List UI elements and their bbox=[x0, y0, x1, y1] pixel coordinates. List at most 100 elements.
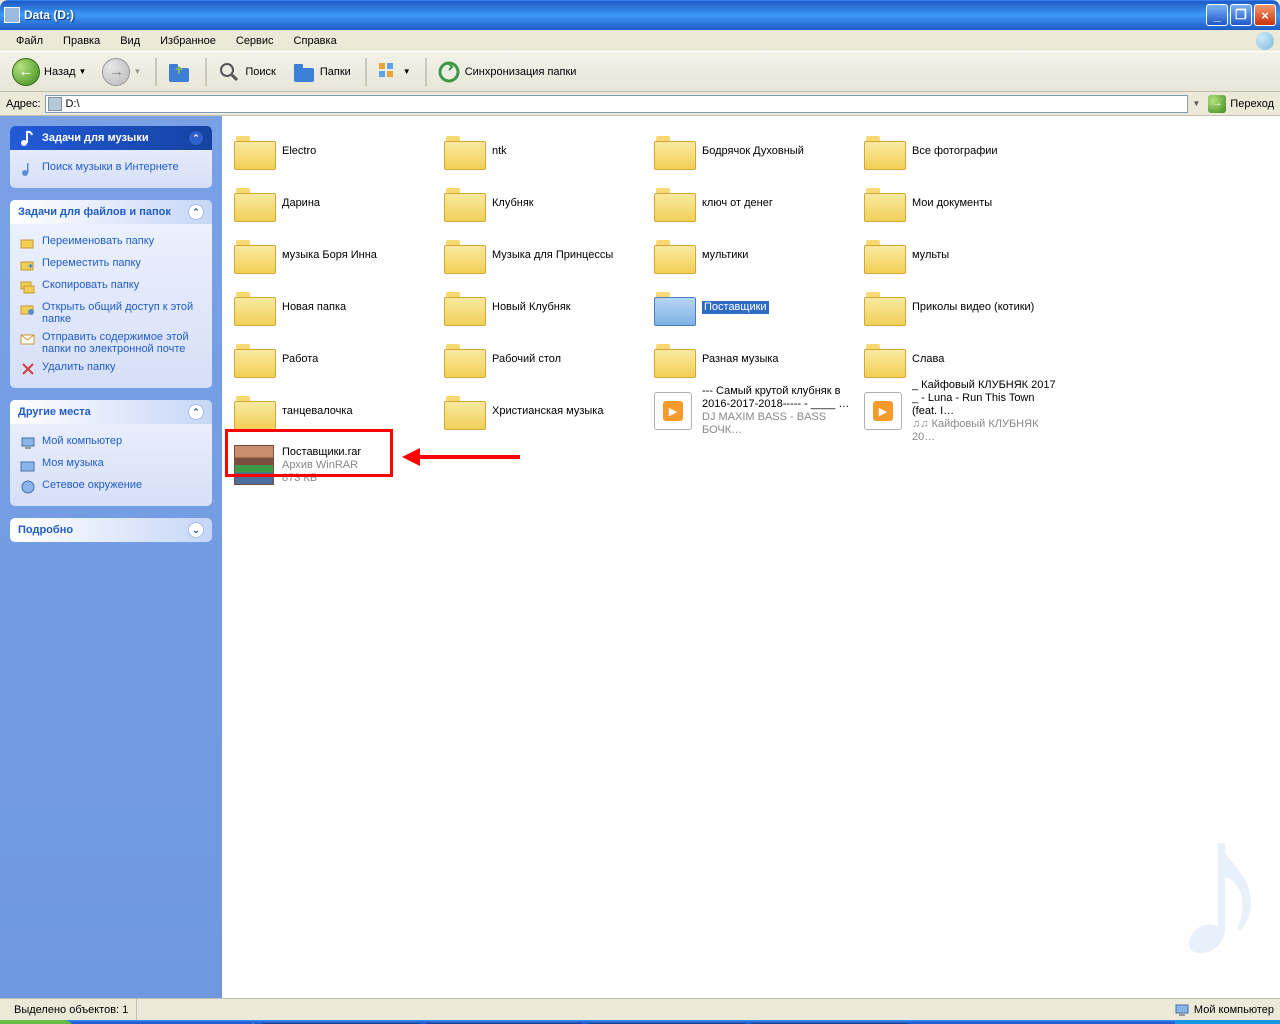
folder-name: Мои документы bbox=[912, 197, 992, 210]
folder-item[interactable]: танцевалочка bbox=[232, 386, 432, 436]
task-rename[interactable]: Переименовать папку bbox=[20, 232, 202, 254]
panel-header[interactable]: Подробно⌄ bbox=[10, 518, 212, 542]
forward-button[interactable]: → ▼ bbox=[96, 57, 147, 87]
folder-item[interactable]: Христианская музыка bbox=[442, 386, 642, 436]
folder-name: Христианская музыка bbox=[492, 405, 603, 418]
folder-item[interactable]: мультики bbox=[652, 230, 852, 280]
sync-button[interactable]: Синхронизация папки bbox=[431, 57, 583, 87]
expand-icon[interactable]: ⌄ bbox=[188, 522, 204, 538]
go-button[interactable]: → bbox=[1208, 95, 1226, 113]
archive-name: Поставщики.rar bbox=[282, 446, 361, 459]
menu-help[interactable]: Справка bbox=[284, 33, 347, 49]
media-name: _ Кайфовый КЛУБНЯК 2017 _ - Luna - Run T… bbox=[912, 379, 1060, 418]
folder-item[interactable]: Новая папка bbox=[232, 282, 432, 332]
folder-item[interactable]: Разная музыка bbox=[652, 334, 852, 384]
move-icon bbox=[20, 257, 36, 273]
collapse-icon[interactable]: ⌃ bbox=[188, 130, 204, 146]
view-icon bbox=[377, 61, 401, 83]
menu-edit[interactable]: Правка bbox=[53, 33, 110, 49]
task-email[interactable]: Отправить содержимое этой папки по элект… bbox=[20, 328, 202, 358]
separator bbox=[205, 58, 207, 86]
place-network[interactable]: Сетевое окружение bbox=[20, 476, 202, 498]
media-item[interactable]: ▶_ Кайфовый КЛУБНЯК 2017 _ - Luna - Run … bbox=[862, 386, 1062, 436]
folder-item[interactable]: Рабочий стол bbox=[442, 334, 642, 384]
music-icon bbox=[20, 161, 36, 177]
place-my-computer[interactable]: Мой компьютер bbox=[20, 432, 202, 454]
share-icon bbox=[20, 301, 36, 317]
folder-item[interactable]: Приколы видео (котики) bbox=[862, 282, 1062, 332]
toolbar: ← Назад ▼ → ▼ Поиск Папки ▼ Синхронизаци… bbox=[0, 52, 1280, 92]
folder-icon bbox=[444, 240, 484, 272]
minimize-button[interactable]: _ bbox=[1206, 4, 1228, 26]
view-button[interactable]: ▼ bbox=[371, 57, 417, 87]
task-move[interactable]: Переместить папку bbox=[20, 254, 202, 276]
task-search-music-online[interactable]: Поиск музыки в Интернете bbox=[20, 158, 202, 180]
folder-item[interactable]: Мои документы bbox=[862, 178, 1062, 228]
separator bbox=[365, 58, 367, 86]
task-delete[interactable]: Удалить папку bbox=[20, 358, 202, 380]
back-arrow-icon: ← bbox=[12, 58, 40, 86]
system-tray: RU 12:39 bbox=[1175, 1020, 1280, 1024]
folder-name: Новый Клубняк bbox=[492, 301, 571, 314]
address-dropdown-icon[interactable]: ▼ bbox=[1192, 99, 1200, 108]
folder-icon bbox=[654, 136, 694, 168]
collapse-icon[interactable]: ⌃ bbox=[188, 204, 204, 220]
menu-file[interactable]: Файл bbox=[6, 33, 53, 49]
menu-tools[interactable]: Сервис bbox=[226, 33, 284, 49]
up-button[interactable] bbox=[161, 57, 197, 87]
back-button[interactable]: ← Назад ▼ bbox=[6, 57, 92, 87]
menu-favorites[interactable]: Избранное bbox=[150, 33, 226, 49]
panel-header[interactable]: Задачи для музыки ⌃ bbox=[10, 126, 212, 150]
folders-button[interactable]: Папки bbox=[286, 57, 357, 87]
folder-item[interactable]: Бодрячок Духовный bbox=[652, 126, 852, 176]
folder-item[interactable]: Работа bbox=[232, 334, 432, 384]
taskbar: пуск Диалоги - Google Ch…Как отправить а… bbox=[0, 1020, 1280, 1024]
start-button[interactable]: пуск bbox=[0, 1020, 75, 1024]
archive-size: 873 КБ bbox=[282, 472, 361, 485]
folder-item[interactable]: Клубняк bbox=[442, 178, 642, 228]
panel-header[interactable]: Другие места⌃ bbox=[10, 400, 212, 424]
media-icon: ▶ bbox=[654, 392, 692, 430]
media-item[interactable]: ▶--- Самый крутой клубняк в 2016-2017-20… bbox=[652, 386, 852, 436]
file-view[interactable]: ♪ ElectrontkБодрячок ДуховныйВсе фотогра… bbox=[222, 116, 1280, 998]
task-copy[interactable]: Скопировать папку bbox=[20, 276, 202, 298]
folder-item[interactable]: Поставщики bbox=[652, 282, 852, 332]
drive-icon bbox=[48, 97, 62, 111]
media-sub: ♫♫ Кайфовый КЛУБНЯК 20… bbox=[912, 418, 1060, 444]
titlebar: Data (D:) _ ❐ × bbox=[0, 0, 1280, 30]
collapse-icon[interactable]: ⌃ bbox=[188, 404, 204, 420]
folder-item[interactable]: мульты bbox=[862, 230, 1062, 280]
folders-icon bbox=[292, 60, 316, 84]
archive-type: Архив WinRAR bbox=[282, 459, 361, 472]
folder-icon bbox=[234, 292, 274, 324]
folder-item[interactable]: Все фотографии bbox=[862, 126, 1062, 176]
folder-item[interactable]: ключ от денег bbox=[652, 178, 852, 228]
folder-item[interactable]: Дарина bbox=[232, 178, 432, 228]
place-my-music[interactable]: Моя музыка bbox=[20, 454, 202, 476]
folder-name: Рабочий стол bbox=[492, 353, 561, 366]
folder-item[interactable]: музыка Боря Инна bbox=[232, 230, 432, 280]
panel-header[interactable]: Задачи для файлов и папок ⌃ bbox=[10, 200, 212, 224]
archive-item[interactable]: Поставщики.rarАрхив WinRAR873 КБ bbox=[232, 440, 432, 490]
close-button[interactable]: × bbox=[1254, 4, 1276, 26]
forward-arrow-icon: → bbox=[102, 58, 130, 86]
search-button[interactable]: Поиск bbox=[211, 57, 281, 87]
folder-item[interactable]: Слава bbox=[862, 334, 1062, 384]
folder-icon bbox=[864, 240, 904, 272]
search-icon bbox=[217, 60, 241, 84]
folder-icon bbox=[864, 188, 904, 220]
menubar: Файл Правка Вид Избранное Сервис Справка bbox=[0, 30, 1280, 52]
folder-item[interactable]: Electro bbox=[232, 126, 432, 176]
folder-up-icon bbox=[167, 60, 191, 84]
folder-name: ключ от денег bbox=[702, 197, 773, 210]
task-share[interactable]: Открыть общий доступ к этой папке bbox=[20, 298, 202, 328]
folder-item[interactable]: Музыка для Принцессы bbox=[442, 230, 642, 280]
folder-name: ntk bbox=[492, 145, 507, 158]
menu-view[interactable]: Вид bbox=[110, 33, 150, 49]
folder-item[interactable]: Новый Клубняк bbox=[442, 282, 642, 332]
folder-item[interactable]: ntk bbox=[442, 126, 642, 176]
folder-name: Поставщики bbox=[702, 301, 769, 314]
panel-file-tasks: Задачи для файлов и папок ⌃ Переименоват… bbox=[10, 200, 212, 388]
address-input[interactable] bbox=[45, 95, 1189, 113]
maximize-button[interactable]: ❐ bbox=[1230, 4, 1252, 26]
